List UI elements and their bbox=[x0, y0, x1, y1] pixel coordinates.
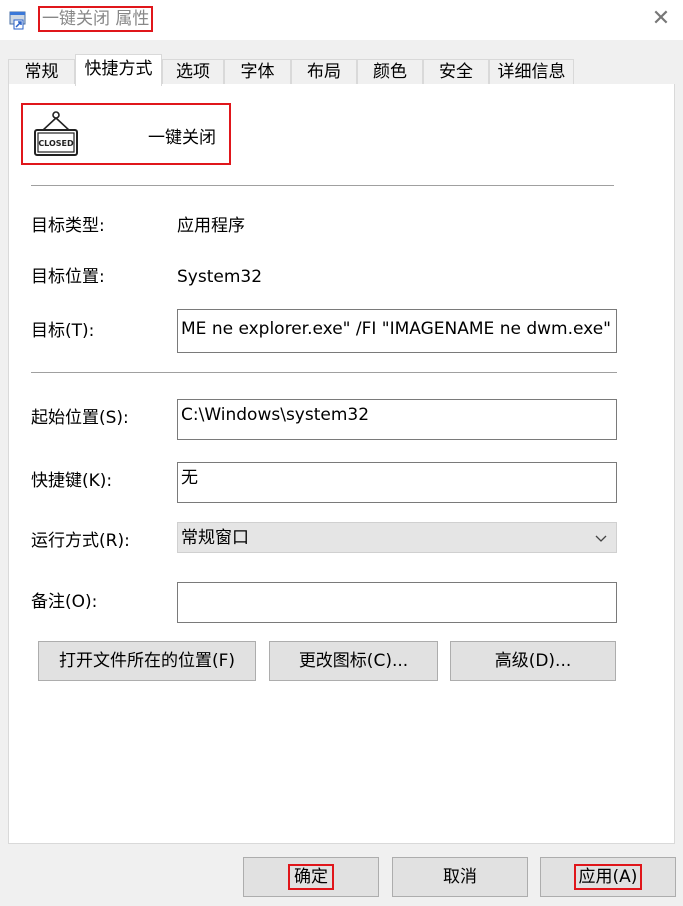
ok-button[interactable]: 确定 bbox=[243, 857, 379, 897]
target-location-value: System32 bbox=[177, 267, 263, 287]
tab-colors[interactable]: 颜色 bbox=[357, 59, 423, 84]
chevron-down-icon bbox=[594, 529, 608, 543]
comment-label: 备注(O): bbox=[31, 592, 98, 612]
open-file-location-button[interactable]: 打开文件所在的位置(F) bbox=[38, 641, 256, 681]
svg-text:CLOSED: CLOSED bbox=[38, 139, 74, 148]
change-icon-button[interactable]: 更改图标(C)... bbox=[269, 641, 438, 681]
advanced-button[interactable]: 高级(D)... bbox=[450, 641, 616, 681]
shortcut-app-icon bbox=[9, 10, 29, 30]
separator-middle bbox=[31, 372, 617, 373]
run-label: 运行方式(R): bbox=[31, 531, 130, 551]
target-input[interactable]: ME ne explorer.exe" /FI "IMAGENAME ne dw… bbox=[177, 309, 617, 353]
run-select[interactable]: 常规窗口 bbox=[177, 522, 617, 553]
tab-options[interactable]: 选项 bbox=[162, 59, 224, 84]
hotkey-input[interactable]: 无 bbox=[177, 462, 617, 503]
cancel-button[interactable]: 取消 bbox=[392, 857, 528, 897]
apply-button[interactable]: 应用(A) bbox=[540, 857, 676, 897]
comment-input[interactable] bbox=[177, 582, 617, 623]
start-in-input[interactable]: C:\Windows\system32 bbox=[177, 399, 617, 440]
hotkey-input-text: 无 bbox=[181, 468, 198, 488]
window-title: 一键关闭 属性 bbox=[38, 6, 154, 32]
target-input-text: ME ne explorer.exe" /FI "IMAGENAME ne dw… bbox=[181, 319, 611, 339]
tab-general[interactable]: 常规 bbox=[8, 59, 75, 84]
target-type-value: 应用程序 bbox=[177, 216, 245, 236]
close-icon[interactable]: ✕ bbox=[646, 4, 676, 34]
target-label: 目标(T): bbox=[31, 321, 95, 341]
tab-shortcut[interactable]: 快捷方式 bbox=[75, 54, 162, 86]
target-location-label: 目标位置: bbox=[31, 267, 105, 287]
target-type-label: 目标类型: bbox=[31, 216, 105, 236]
apply-button-label: 应用(A) bbox=[573, 864, 643, 890]
shortcut-name: 一键关闭 bbox=[148, 128, 216, 148]
separator-top bbox=[31, 185, 614, 186]
tab-layout[interactable]: 布局 bbox=[291, 59, 357, 84]
hotkey-label: 快捷键(K): bbox=[31, 471, 113, 491]
run-select-value: 常规窗口 bbox=[181, 528, 249, 548]
tab-security[interactable]: 安全 bbox=[423, 59, 489, 84]
ok-button-label: 确定 bbox=[288, 864, 334, 890]
shortcut-header: CLOSED 一键关闭 bbox=[21, 103, 231, 165]
start-in-label: 起始位置(S): bbox=[31, 408, 129, 428]
title-bar: 一键关闭 属性 ✕ bbox=[0, 0, 683, 40]
tab-details[interactable]: 详细信息 bbox=[489, 59, 574, 84]
start-in-input-text: C:\Windows\system32 bbox=[181, 405, 370, 425]
tab-font[interactable]: 字体 bbox=[224, 59, 291, 84]
closed-sign-icon: CLOSED bbox=[32, 109, 80, 159]
